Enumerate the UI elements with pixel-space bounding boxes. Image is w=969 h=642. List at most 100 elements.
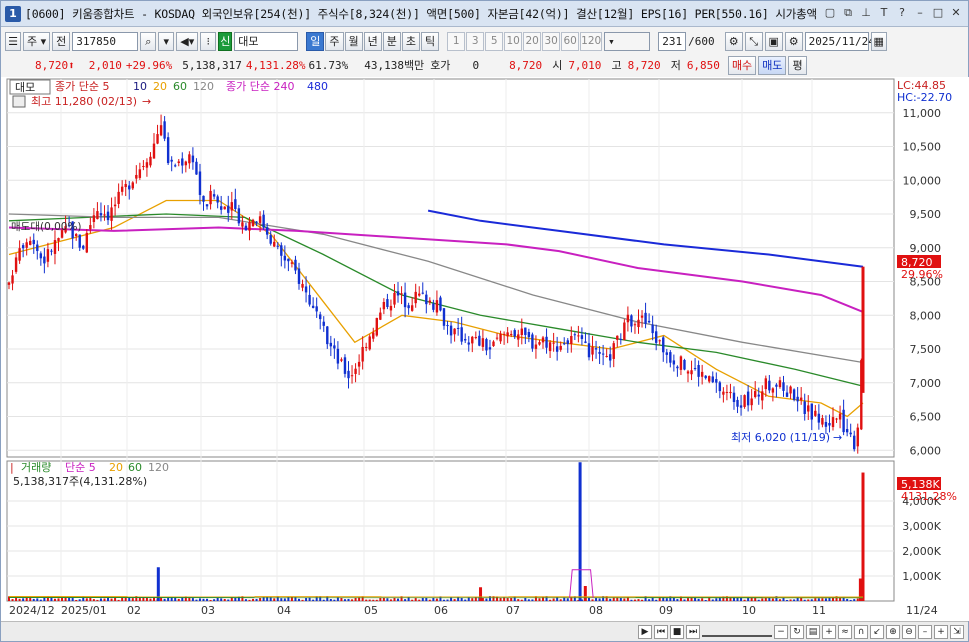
volume-bar	[209, 599, 212, 601]
candle-body	[467, 342, 470, 345]
tab-week[interactable]: 주	[325, 31, 344, 51]
scroll-track[interactable]	[702, 627, 772, 637]
candle-body	[403, 292, 407, 308]
minimize-icon[interactable]: –	[912, 5, 928, 21]
font-icon[interactable]: T	[876, 5, 892, 21]
crosshair-icon[interactable]: +	[822, 624, 836, 639]
stock-code-input[interactable]: 317850	[72, 31, 139, 51]
tile-icon[interactable]: ⧉	[840, 5, 856, 21]
calendar-icon[interactable]: ▦	[870, 31, 887, 51]
scroll-start-icon[interactable]: ⏮	[654, 624, 668, 639]
interval-60[interactable]: 60	[561, 31, 580, 51]
zoom-icon[interactable]: ⤡	[744, 31, 763, 51]
legend-ma480: 480	[307, 80, 328, 93]
interval-custom-select[interactable]: ▾	[604, 31, 651, 51]
interval-10[interactable]: 10	[504, 31, 523, 51]
period-select[interactable]: 주 ▾	[23, 31, 51, 51]
sell-button[interactable]: 매도	[758, 55, 787, 75]
candle-body	[276, 245, 279, 247]
stock-name-field[interactable]: 대모	[234, 31, 299, 51]
candle-body	[654, 331, 658, 343]
save-icon[interactable]: ▣	[764, 31, 783, 51]
zoom-out-icon[interactable]: −	[774, 624, 788, 639]
add-icon[interactable]: +	[934, 624, 948, 639]
candle-body	[99, 213, 103, 216]
time-tick-label: 06	[434, 604, 448, 617]
restore-icon[interactable]: ▢	[822, 5, 838, 21]
tab-day[interactable]: 일	[306, 31, 325, 51]
volume-bar	[99, 598, 102, 601]
shrink-icon[interactable]: ↙	[870, 624, 884, 639]
stop-icon[interactable]: ■	[670, 624, 684, 639]
help-icon[interactable]: ?	[894, 5, 910, 21]
candle-body	[509, 333, 513, 335]
interval-3[interactable]: 3	[466, 31, 485, 51]
search-icon[interactable]: ⌕	[140, 31, 157, 51]
speaker-icon[interactable]: ◀▾	[176, 31, 199, 51]
candle-body	[135, 174, 138, 179]
candle-body	[754, 391, 757, 397]
fast-forward-icon[interactable]: ⏭	[686, 624, 700, 639]
settings-icon[interactable]: ⚙	[784, 31, 803, 51]
close-icon[interactable]: ✕	[948, 5, 964, 21]
price-tick-label: 6,000	[910, 444, 942, 457]
candle-body	[573, 334, 577, 336]
stock-chart[interactable]: 11,00010,50010,0009,5009,0008,5008,0007,…	[1, 77, 969, 621]
volume-bar	[167, 597, 170, 601]
tools-icon[interactable]: ⚙	[724, 31, 743, 51]
compress-icon[interactable]: ≈	[838, 624, 852, 639]
zoom-out2-icon[interactable]: ⊖	[902, 624, 916, 639]
menu-icon[interactable]: ☰	[5, 31, 21, 51]
volume-legend-icon: |	[10, 461, 14, 474]
tab-minute[interactable]: 분	[382, 31, 401, 51]
buy-button[interactable]: 매수	[727, 55, 757, 75]
volume-bar	[322, 599, 325, 601]
filter-icon[interactable]: ⁝	[200, 31, 217, 51]
zoom-in-icon[interactable]: ⊕	[886, 624, 900, 639]
interval-20[interactable]: 20	[523, 31, 542, 51]
candle-body	[605, 356, 608, 358]
candle-body	[566, 340, 569, 345]
pin-icon[interactable]: ⊥	[858, 5, 874, 21]
tab-tick[interactable]: 틱	[421, 31, 440, 51]
volume-bar	[711, 599, 714, 601]
candle-body	[428, 300, 432, 303]
candle-body	[771, 388, 775, 393]
tab-month[interactable]: 월	[344, 31, 363, 51]
interval-120[interactable]: 120	[580, 31, 603, 51]
dropdown-icon[interactable]: ▾	[158, 31, 175, 51]
scroll-right-icon[interactable]: ▶	[638, 624, 652, 639]
volume-bar	[244, 599, 247, 601]
candle-body	[138, 169, 142, 178]
refresh-icon[interactable]: ↻	[790, 624, 804, 639]
candle-body	[14, 257, 18, 272]
candle-body	[768, 380, 771, 391]
candle-body	[255, 221, 258, 223]
interval-5[interactable]: 5	[485, 31, 504, 51]
bar-count-input[interactable]: 231	[658, 31, 687, 51]
prev-button[interactable]: 전	[52, 31, 71, 51]
fit-icon[interactable]: –	[918, 624, 932, 639]
window-title: [0600] 키움종합차트 - KOSDAQ 외국인보유[254(천)] 주식수…	[25, 6, 817, 21]
candle-body	[184, 161, 188, 166]
evaluate-button[interactable]: 평	[788, 55, 807, 75]
interval-30[interactable]: 30	[542, 31, 561, 51]
volume-bar	[506, 598, 509, 601]
tab-second[interactable]: 초	[401, 31, 421, 51]
date-input[interactable]: 2025/11/24	[804, 31, 875, 51]
volume-bar	[849, 599, 852, 601]
candle-body	[124, 184, 127, 188]
chart-scrollbar[interactable]: ▶ ⏮ ■ ⏭ − ↻ ▤ + ≈ ∩ ↙ ⊕ ⊖ – + ⇲	[1, 621, 968, 641]
expand-icon[interactable]: ⇲	[950, 624, 964, 639]
magnet-icon[interactable]: ∩	[854, 624, 868, 639]
maximize-icon[interactable]: □	[930, 5, 946, 21]
data-table-icon[interactable]	[12, 95, 26, 108]
volume-bar	[460, 597, 463, 601]
candle-body	[230, 202, 233, 211]
candle-body	[630, 315, 633, 327]
interval-1[interactable]: 1	[447, 31, 466, 51]
tab-year[interactable]: 년	[363, 31, 382, 51]
chart-type-icon[interactable]: ▤	[806, 624, 820, 639]
high-arrow-icon: →	[142, 95, 151, 108]
candle-body	[340, 359, 343, 361]
